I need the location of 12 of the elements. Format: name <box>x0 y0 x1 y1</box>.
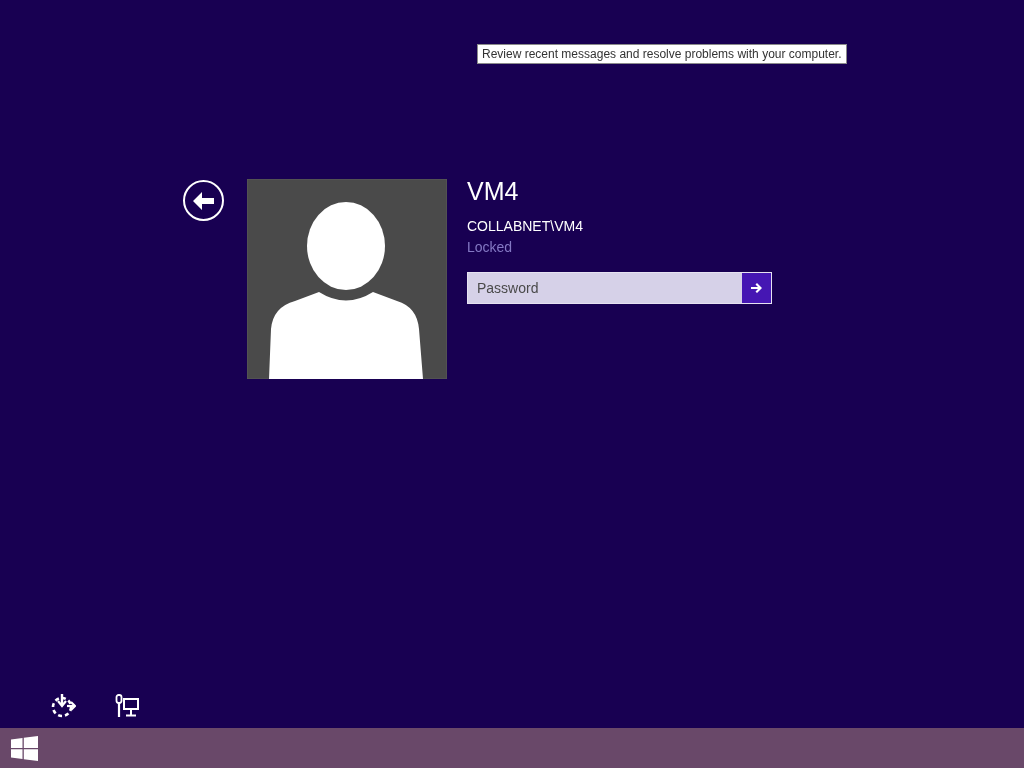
network-cable-monitor-icon <box>115 694 139 718</box>
ease-of-access-icon <box>50 693 76 719</box>
account-name: COLLABNET\VM4 <box>467 217 583 235</box>
start-button[interactable] <box>11 735 38 761</box>
windows-logo-icon <box>11 735 38 761</box>
left-arrow-icon <box>193 191 214 210</box>
tooltip: Review recent messages and resolve problems with your computer. <box>477 44 847 64</box>
network-button[interactable] <box>115 694 139 718</box>
account-status: Locked <box>467 238 513 256</box>
back-button[interactable] <box>183 180 224 221</box>
user-name: VM4 <box>467 178 519 204</box>
ease-of-access-button[interactable] <box>50 693 76 719</box>
